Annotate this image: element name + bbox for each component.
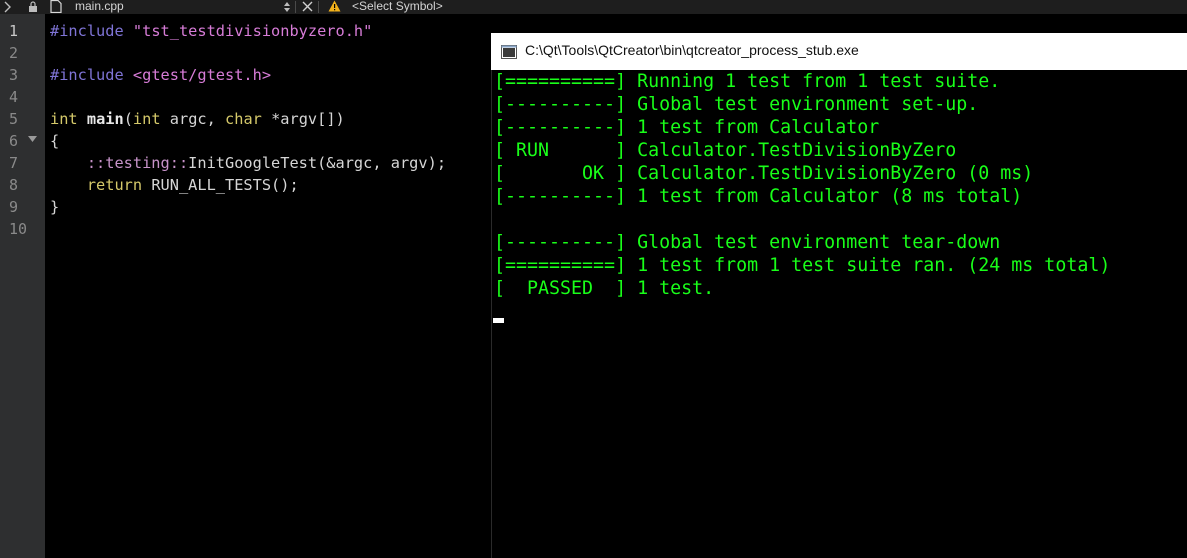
editor-toolbar: main.cpp <Select Symbol> [0,0,1187,14]
code-editor[interactable]: #include "tst_testdivisionbyzero.h" #inc… [45,14,491,558]
code-line: #include "tst_testdivisionbyzero.h" [50,22,373,40]
lock-icon[interactable] [28,1,38,15]
line-number: 1 [9,22,19,40]
code-line: ::testing::InitGoogleTest(&argc, argv); [86,154,447,172]
code-line: } [50,198,60,216]
chevron-right-icon[interactable] [4,1,12,15]
line-number: 5 [9,110,19,128]
console-title-bar[interactable]: C:\Qt\Tools\QtCreator\bin\qtcreator_proc… [491,33,1187,70]
code-line: int main(int argc, char *argv[]) [50,110,345,128]
console-output-line: [----------] Global test environment set… [494,94,979,115]
console-output-line: [==========] 1 test from 1 test suite ra… [494,255,1111,276]
combo-arrows-icon[interactable] [283,1,291,15]
console-cursor [493,318,504,323]
toolbar-divider [295,1,296,13]
file-icon [50,0,62,14]
warning-icon [328,0,341,14]
close-icon[interactable] [302,1,313,15]
console-output-line: [ PASSED ] 1 test. [494,278,715,299]
console-output-line: [----------] Global test environment tea… [494,232,1001,253]
line-number: 7 [9,154,19,172]
line-number: 8 [9,176,19,194]
console-output-line: [----------] 1 test from Calculator [494,117,880,138]
line-number: 9 [9,198,19,216]
console-app-icon [501,44,517,63]
console-output-line: [ OK ] Calculator.TestDivisionByZero (0 … [494,163,1034,184]
console-window[interactable]: C:\Qt\Tools\QtCreator\bin\qtcreator_proc… [491,33,1187,558]
line-number: 3 [9,66,19,84]
code-line: #include <gtest/gtest.h> [50,66,272,84]
line-number-gutter: 1 2 3 4 5 6 7 8 9 10 [0,14,45,558]
line-number: 6 [9,132,19,150]
code-line: { [50,132,60,150]
file-name-combo[interactable]: main.cpp [75,0,124,14]
console-output-line: [----------] 1 test from Calculator (8 m… [494,186,1023,207]
code-line: return RUN_ALL_TESTS(); [86,176,299,194]
line-number: 2 [9,44,19,62]
fold-arrow-icon[interactable] [28,127,37,146]
console-left-border [491,70,492,558]
symbol-selector[interactable]: <Select Symbol> [352,0,443,14]
console-output-line: [==========] Running 1 test from 1 test … [494,71,1001,92]
line-number: 4 [9,88,19,106]
line-number: 10 [9,220,28,238]
toolbar-divider [318,1,319,13]
console-output-line: [ RUN ] Calculator.TestDivisionByZero [494,140,957,161]
console-title: C:\Qt\Tools\QtCreator\bin\qtcreator_proc… [525,42,859,58]
